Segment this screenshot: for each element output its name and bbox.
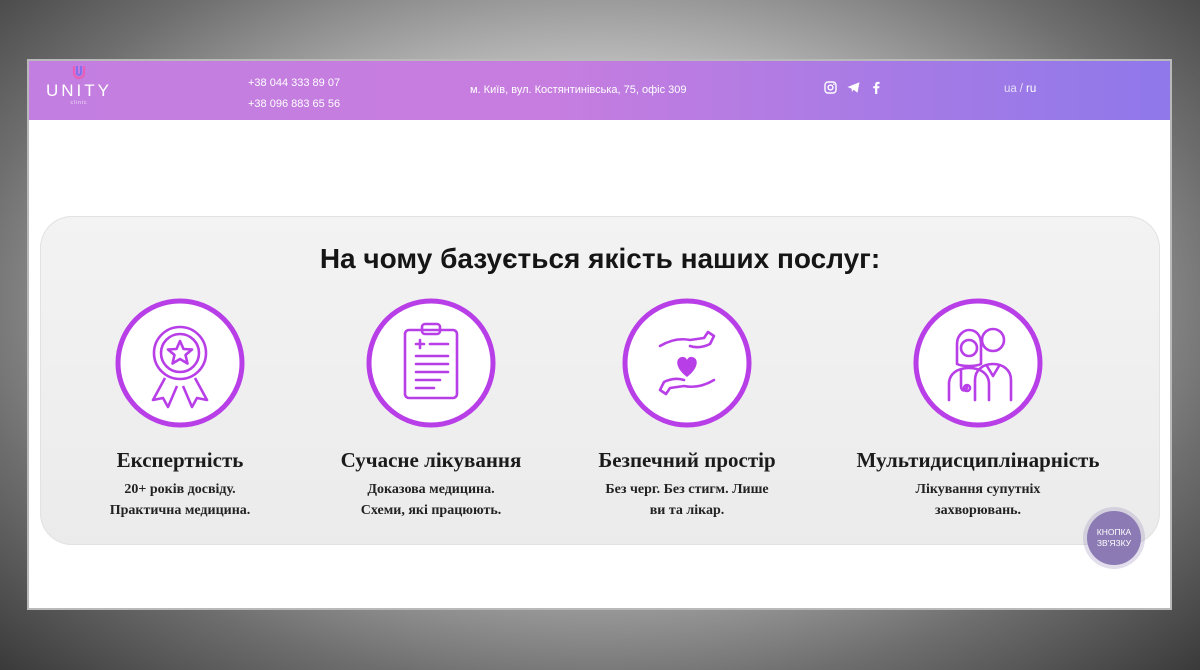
feature-description: Без черг. Без стигм. Лише ви та лікар. xyxy=(557,479,817,521)
facebook-icon[interactable] xyxy=(870,81,883,95)
feature-desc-line: 20+ років досвіду. xyxy=(124,482,236,497)
social-links xyxy=(824,81,883,95)
logo-mark-icon xyxy=(72,66,86,80)
feature-desc-line: Схеми, які працюють. xyxy=(360,503,502,518)
site-header: UNITY clinic +38 044 333 89 07 +38 096 8… xyxy=(29,61,1170,120)
feature-title: Сучасне лікування xyxy=(340,448,522,472)
doctors-icon xyxy=(913,298,1043,428)
contact-button-label: КНОПКА xyxy=(1096,527,1132,537)
phone-link[interactable]: +38 096 883 65 56 xyxy=(248,94,340,115)
feature-title: Мультидисциплінарність xyxy=(856,448,1100,472)
lang-ua-link[interactable]: ua xyxy=(1004,83,1017,95)
phone-link[interactable]: +38 044 333 89 07 xyxy=(248,73,340,94)
award-badge-icon xyxy=(115,298,245,428)
feature-description: Доказова медицина. Схеми, які працюють. xyxy=(301,479,561,521)
browser-window: UNITY clinic +38 044 333 89 07 +38 096 8… xyxy=(27,59,1172,610)
feature-title: Експертність xyxy=(116,448,244,472)
feature-description: Лікування супутніх захворювань. xyxy=(828,479,1128,521)
feature-desc-line: Доказова медицина. xyxy=(367,482,495,497)
feature-desc-line: ви та лікар. xyxy=(649,503,725,518)
feature-desc-line: Без черг. Без стигм. Лише xyxy=(605,482,769,497)
feature-modern-treatment: Сучасне лікування Доказова медицина. Схе… xyxy=(301,296,561,521)
logo[interactable]: UNITY clinic xyxy=(39,65,119,117)
contact-button-label: ЗВ'ЯЗКУ xyxy=(1096,538,1132,548)
logo-text: UNITY xyxy=(46,81,112,100)
telegram-icon[interactable] xyxy=(847,81,860,95)
address: м. Київ, вул. Костянтинівська, 75, офіс … xyxy=(470,84,687,96)
feature-expertise: Експертність 20+ років досвіду. Практичн… xyxy=(50,296,310,521)
lang-separator: / xyxy=(1019,83,1023,95)
language-switcher: ua / ru xyxy=(1004,83,1036,95)
section-heading: На чому базується якість наших послуг: xyxy=(319,243,881,274)
feature-safe-space: Безпечний простір Без черг. Без стигм. Л… xyxy=(557,296,817,521)
contact-button[interactable]: КНОПКА ЗВ'ЯЗКУ xyxy=(1087,511,1141,565)
phone-list: +38 044 333 89 07 +38 096 883 65 56 xyxy=(248,73,340,115)
hands-heart-icon xyxy=(622,298,752,428)
feature-title: Безпечний простір xyxy=(598,448,776,472)
medical-clipboard-icon xyxy=(366,298,496,428)
feature-description: 20+ років досвіду. Практична медицина. xyxy=(50,479,310,521)
logo-subtitle: clinic xyxy=(70,100,88,106)
instagram-icon[interactable] xyxy=(824,81,837,95)
feature-desc-line: Лікування супутніх xyxy=(915,482,1041,497)
lang-ru-link[interactable]: ru xyxy=(1026,83,1036,95)
feature-desc-line: Практична медицина. xyxy=(109,503,251,518)
feature-multidisciplinary: Мультидисциплінарність Лікування супутні… xyxy=(828,296,1128,521)
feature-desc-line: захворювань. xyxy=(934,503,1022,518)
quality-section: На чому базується якість наших послуг: Е… xyxy=(40,216,1160,545)
